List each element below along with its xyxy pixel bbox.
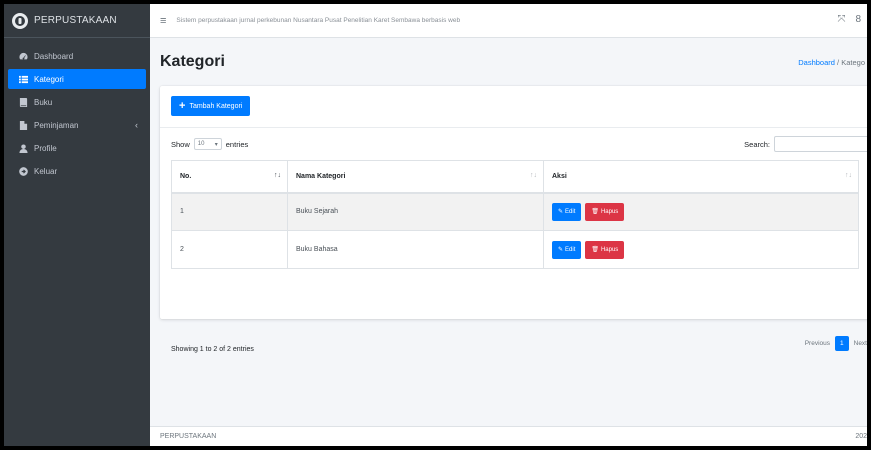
add-category-button[interactable]: + Tambah Kategori <box>171 96 251 116</box>
sort-asc-icon: ↑↓ <box>274 172 281 179</box>
pagination-page-1[interactable]: 1 <box>835 336 849 351</box>
trash-icon: 🗑 <box>591 247 599 253</box>
sidebar-item-label: Dashboard <box>34 51 74 61</box>
breadcrumb-home-link[interactable]: Dashboard <box>798 58 835 67</box>
footer-brand: PERPUSTAKAAN <box>160 433 217 440</box>
sidebar-item-label: Kategori <box>34 74 64 84</box>
column-header-aksi[interactable]: Aksi ↑↓ <box>543 160 859 194</box>
column-header-no[interactable]: No. ↑↓ <box>171 160 288 194</box>
table-header-row: No. ↑↓ Nama Kategori ↑↓ Aksi ↑↓ <box>171 160 859 194</box>
document-icon <box>18 120 28 130</box>
sidebar-item-label: Keluar <box>34 166 58 176</box>
topbar: ≡ Sistem perpustakaan jurnal perkebunan … <box>150 4 867 38</box>
entries-length-control: Show 10 ▾ entries <box>171 138 248 150</box>
search-label: Search: <box>744 139 770 149</box>
chevron-left-icon[interactable]: ‹ <box>135 120 138 130</box>
card-header: + Tambah Kategori <box>160 86 867 128</box>
fullscreen-icon[interactable]: ⤧ <box>837 14 845 25</box>
sort-icon: ↑↓ <box>845 172 852 179</box>
logout-icon <box>18 166 28 176</box>
sidebar: PERPUSTAKAAN Dashboard Kategori Buku Pem… <box>4 4 150 446</box>
sidebar-item-label: Peminjaman <box>34 120 79 130</box>
sidebar-item-profile[interactable]: Profile <box>8 138 146 158</box>
table-row: 2 Buku Bahasa ✎ Edit 🗑 Hapus <box>171 230 859 269</box>
footer-copyright: 202 <box>855 433 867 440</box>
edit-button[interactable]: ✎ Edit <box>552 202 582 221</box>
entries-length-value: 10 <box>197 141 205 147</box>
breadcrumb-current: Katego <box>841 58 865 67</box>
breadcrumb: Dashboard / Katego <box>798 58 865 67</box>
sidebar-item-kategori[interactable]: Kategori <box>8 69 146 89</box>
plus-icon: + <box>179 99 186 112</box>
column-header-nama-kategori[interactable]: Nama Kategori ↑↓ <box>287 160 544 194</box>
cell-no: 1 <box>171 192 288 231</box>
sidebar-item-label: Buku <box>34 97 53 107</box>
cell-aksi: ✎ Edit 🗑 Hapus <box>543 230 859 269</box>
footer: PERPUSTAKAAN 202 <box>150 426 867 446</box>
sidebar-item-peminjaman[interactable]: Peminjaman ‹ <box>8 115 146 135</box>
user-icon <box>18 143 28 153</box>
show-label: Show <box>171 139 190 149</box>
kategori-card: + Tambah Kategori Show 10 ▾ entries Sear… <box>160 86 867 353</box>
entries-label: entries <box>225 139 249 149</box>
brand[interactable]: PERPUSTAKAAN <box>4 4 150 38</box>
search-input[interactable] <box>774 136 867 152</box>
sidebar-item-dashboard[interactable]: Dashboard <box>8 46 146 66</box>
cell-nama-kategori: Buku Bahasa <box>287 230 544 269</box>
app-window: PERPUSTAKAAN Dashboard Kategori Buku Pem… <box>4 4 867 446</box>
sort-icon: ↑↓ <box>530 172 537 179</box>
main-content: Kategori Dashboard / Katego + Tambah Kat… <box>150 38 867 426</box>
user-menu-icon[interactable]: 8 <box>855 14 861 25</box>
edit-button[interactable]: ✎ Edit <box>552 240 582 259</box>
kategori-table: No. ↑↓ Nama Kategori ↑↓ Aksi ↑↓ 1 Buku S… <box>171 160 859 269</box>
delete-button[interactable]: 🗑 Hapus <box>585 202 625 221</box>
breadcrumb-separator: / <box>837 58 840 67</box>
edit-icon: ✎ <box>558 209 564 216</box>
entries-length-select[interactable]: 10 ▾ <box>193 138 222 150</box>
table-row: 1 Buku Sejarah ✎ Edit 🗑 Hapus <box>171 192 859 231</box>
list-icon <box>18 74 28 84</box>
table-search: Search: <box>744 136 867 152</box>
pagination: Previous 1 Next <box>800 336 867 351</box>
cell-no: 2 <box>171 230 288 269</box>
sidebar-nav: Dashboard Kategori Buku Peminjaman ‹ Pro… <box>4 38 150 181</box>
table-info: Showing 1 to 2 of 2 entries <box>171 346 254 353</box>
sidebar-item-label: Profile <box>34 143 57 153</box>
menu-toggle-icon[interactable]: ≡ <box>160 15 166 27</box>
cell-nama-kategori: Buku Sejarah <box>287 192 544 231</box>
pagination-next[interactable]: Next <box>849 336 867 351</box>
brand-title: PERPUSTAKAAN <box>34 15 117 26</box>
dashboard-icon <box>18 51 28 61</box>
sidebar-item-buku[interactable]: Buku <box>8 92 146 112</box>
trash-icon: 🗑 <box>591 209 599 216</box>
edit-icon: ✎ <box>558 247 564 253</box>
book-icon <box>18 97 28 107</box>
add-category-label: Tambah Kategori <box>189 102 243 110</box>
cell-aksi: ✎ Edit 🗑 Hapus <box>543 192 859 231</box>
topbar-actions: ⤧ 8 <box>837 14 861 25</box>
sidebar-item-keluar[interactable]: Keluar <box>8 161 146 181</box>
delete-button[interactable]: 🗑 Hapus <box>585 240 625 259</box>
app-description: Sistem perpustakaan jurnal perkebunan Nu… <box>176 17 461 24</box>
pagination-previous[interactable]: Previous <box>800 336 835 351</box>
page-title: Kategori <box>160 53 225 70</box>
chevron-down-icon: ▾ <box>214 141 218 148</box>
brand-logo-icon <box>12 12 28 29</box>
